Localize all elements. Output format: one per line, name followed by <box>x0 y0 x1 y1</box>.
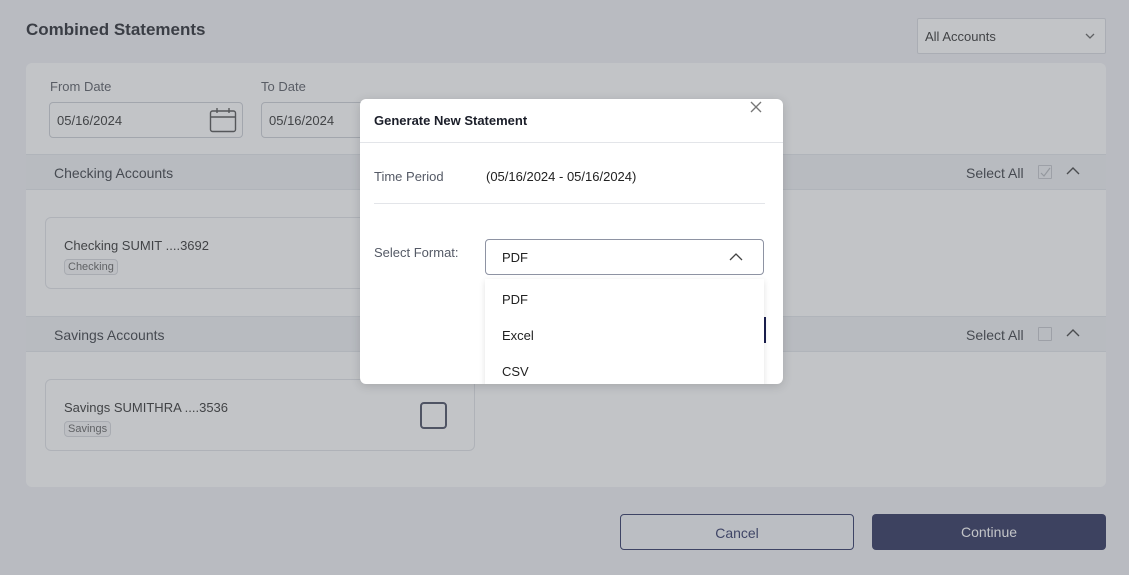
format-dropdown: PDF Excel CSV <box>485 279 764 384</box>
generate-statement-modal: Generate New Statement Time Period (05/1… <box>360 99 783 384</box>
format-option-excel[interactable]: Excel <box>502 328 534 343</box>
format-option-pdf[interactable]: PDF <box>502 292 528 307</box>
format-label: Select Format: <box>374 245 459 260</box>
format-selected-value: PDF <box>502 250 528 265</box>
format-select[interactable]: PDF <box>485 239 764 275</box>
chevron-up-icon <box>729 253 743 261</box>
modal-title: Generate New Statement <box>374 113 528 128</box>
divider <box>374 203 765 204</box>
divider <box>360 142 783 143</box>
time-period-value: (05/16/2024 - 05/16/2024) <box>486 169 637 184</box>
time-period-label: Time Period <box>374 169 444 184</box>
close-icon[interactable] <box>749 100 763 114</box>
format-option-csv[interactable]: CSV <box>502 364 529 379</box>
